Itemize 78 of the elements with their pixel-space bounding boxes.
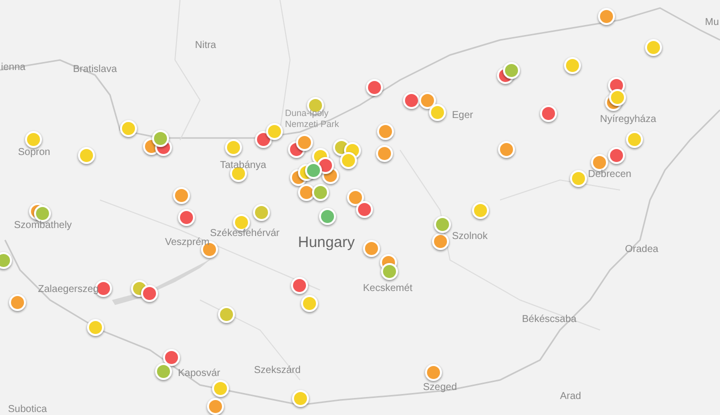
city-label: ienna <box>1 61 26 75</box>
city-label: Arad <box>560 390 582 404</box>
city-label: Sopron <box>18 146 50 160</box>
map-marker[interactable] <box>173 187 190 204</box>
city-label: Debrecen <box>588 168 632 182</box>
map-marker[interactable] <box>305 162 322 179</box>
map-marker[interactable] <box>609 89 626 106</box>
map-marker[interactable] <box>0 252 12 269</box>
map-marker[interactable] <box>432 233 449 250</box>
map-marker[interactable] <box>366 79 383 96</box>
map-marker[interactable] <box>570 170 587 187</box>
map-marker[interactable] <box>255 131 272 148</box>
city-label: Székesfehérvár <box>210 227 280 241</box>
map-marker[interactable] <box>141 285 158 302</box>
map-marker[interactable] <box>591 154 608 171</box>
map-marker[interactable] <box>34 205 51 222</box>
map-marker[interactable] <box>429 104 446 121</box>
map-marker[interactable] <box>78 147 95 164</box>
map-marker[interactable] <box>498 141 515 158</box>
map-marker[interactable] <box>363 240 380 257</box>
map-marker[interactable] <box>503 62 520 79</box>
map-marker[interactable] <box>626 131 643 148</box>
map-marker[interactable] <box>564 57 581 74</box>
map-marker[interactable] <box>218 306 235 323</box>
map-marker[interactable] <box>472 202 489 219</box>
map-marker[interactable] <box>301 295 318 312</box>
city-label: Hungary <box>298 233 355 253</box>
city-label: Szolnok <box>452 230 488 244</box>
map-marker[interactable] <box>645 39 662 56</box>
map-marker[interactable] <box>381 263 398 280</box>
city-label: Kecskemét <box>363 282 412 296</box>
city-label: Mu <box>705 16 719 30</box>
map-marker[interactable] <box>87 319 104 336</box>
city-label: Veszprém <box>165 236 210 250</box>
map-marker[interactable] <box>356 201 373 218</box>
city-label: Zalaegerszeg <box>38 283 99 297</box>
city-label: Szombathely <box>14 219 72 233</box>
city-label: Bratislava <box>73 63 117 77</box>
city-label: Szekszárd <box>254 364 301 378</box>
map-marker[interactable] <box>403 92 420 109</box>
city-label: Kaposvár <box>178 367 220 381</box>
map-marker[interactable] <box>340 152 357 169</box>
city-label: Duna-Ipoly Nemzeti Park <box>285 108 340 130</box>
map-marker[interactable] <box>120 120 137 137</box>
city-label: Szeged <box>423 381 457 395</box>
map-marker[interactable] <box>253 204 270 221</box>
map-marker[interactable] <box>291 277 308 294</box>
map-marker[interactable] <box>312 184 329 201</box>
city-label: Nitra <box>195 39 216 53</box>
map-marker[interactable] <box>298 184 315 201</box>
map-marker[interactable] <box>347 189 364 206</box>
city-label: Eger <box>452 109 474 123</box>
map-marker[interactable] <box>608 147 625 164</box>
map-marker[interactable] <box>9 294 26 311</box>
city-label: Tatabánya <box>220 159 266 173</box>
map-marker[interactable] <box>212 380 229 397</box>
city-label: Subotica <box>8 403 47 415</box>
map-marker[interactable] <box>376 145 393 162</box>
map-marker[interactable] <box>434 216 451 233</box>
map-marker[interactable] <box>319 208 336 225</box>
map-marker[interactable] <box>155 363 172 380</box>
map-marker[interactable] <box>296 134 313 151</box>
map-marker[interactable] <box>266 123 283 140</box>
map-marker[interactable] <box>178 209 195 226</box>
map-marker[interactable] <box>225 139 242 156</box>
map-marker[interactable] <box>207 398 224 415</box>
map-marker[interactable] <box>419 92 436 109</box>
map-marker[interactable] <box>25 131 42 148</box>
map-marker[interactable] <box>152 130 169 147</box>
city-label: Oradea <box>625 243 658 257</box>
map-marker[interactable] <box>598 8 615 25</box>
map-marker[interactable] <box>292 390 309 407</box>
map-marker[interactable] <box>425 364 442 381</box>
map-marker[interactable] <box>377 123 394 140</box>
city-label: Békéscsaba <box>522 313 576 327</box>
map-marker[interactable] <box>163 349 180 366</box>
map-marker[interactable] <box>540 105 557 122</box>
city-label: Nyíregyháza <box>600 113 656 127</box>
